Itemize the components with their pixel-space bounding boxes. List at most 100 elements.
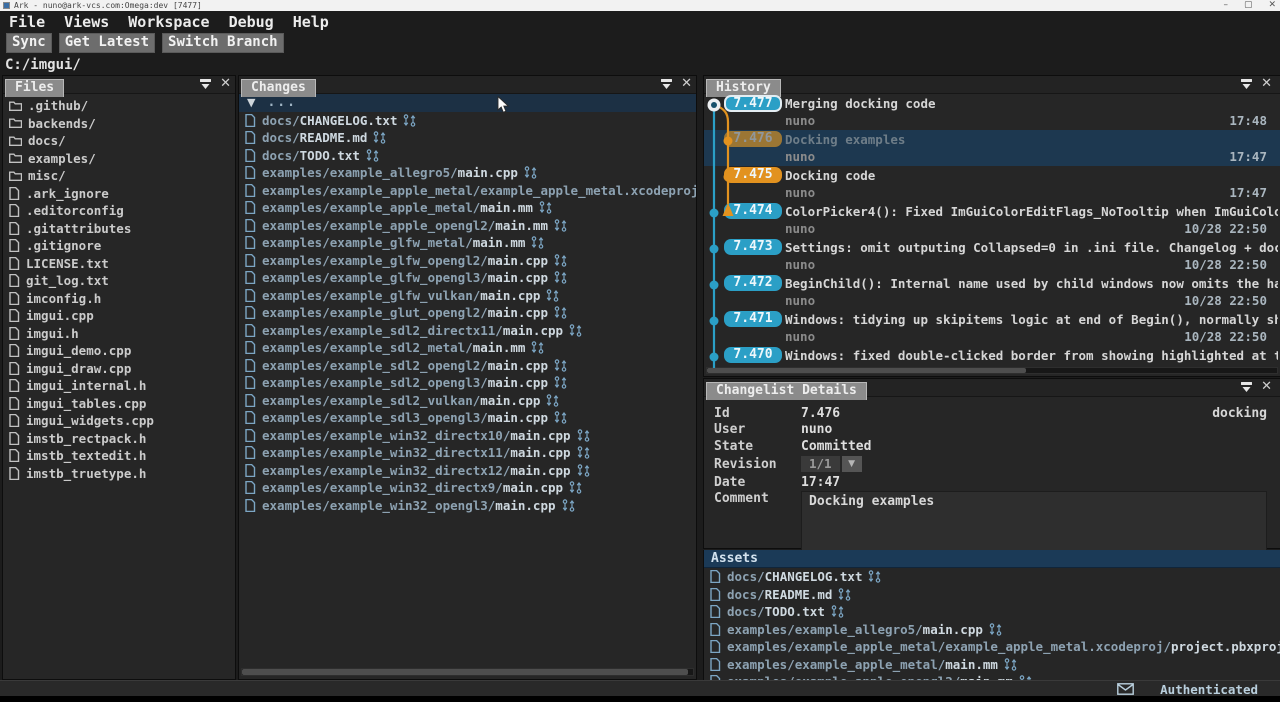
history-row[interactable]: 7.474 ColorPicker4(): Fixed ImGuiColorEd… (704, 202, 1280, 238)
history-row[interactable]: 7.476 Docking examples nuno 17:47 (704, 130, 1280, 166)
changed-file-row[interactable]: examples/example_sdl3_opengl3/main.cpp (239, 409, 696, 427)
comment-field[interactable]: Docking examples (801, 491, 1267, 551)
changed-file-row[interactable]: examples/example_allegro5/main.cpp (239, 164, 696, 182)
file-list-item[interactable]: LICENSE.txt (3, 255, 235, 273)
close-icon[interactable]: ✕ (220, 77, 231, 91)
file-list-item[interactable]: imgui_internal.h (3, 377, 235, 395)
commit-author: nuno (785, 113, 815, 129)
changed-file-row[interactable]: docs/CHANGELOG.txt (239, 112, 696, 130)
tab-files[interactable]: Files (5, 79, 64, 97)
state-value: Committed (801, 439, 871, 454)
file-list-item[interactable]: imgui_draw.cpp (3, 360, 235, 378)
scrollbar-thumb[interactable] (707, 368, 1026, 373)
filter-icon[interactable] (199, 78, 212, 90)
tab-changes[interactable]: Changes (241, 79, 316, 97)
changed-file-row[interactable]: examples/example_win32_directx12/main.cp… (239, 462, 696, 480)
revision-dropdown[interactable]: ▼ (842, 456, 862, 472)
menu-item[interactable]: File (9, 13, 45, 31)
file-list-item[interactable]: examples/ (3, 150, 235, 168)
file-list-item[interactable]: imstb_rectpack.h (3, 430, 235, 448)
file-list-item[interactable]: imgui.cpp (3, 307, 235, 325)
history-row[interactable]: 7.473 Settings: omit outputing Collapsed… (704, 238, 1280, 274)
asset-file-row[interactable]: docs/CHANGELOG.txt (704, 568, 1280, 586)
changed-file-row[interactable]: examples/example_apple_metal/example_app… (239, 182, 696, 200)
menu-item[interactable]: Views (64, 13, 109, 31)
changed-file-row[interactable]: examples/example_sdl2_directx11/main.cpp (239, 322, 696, 340)
tab-changelist-details[interactable]: Changelist Details (706, 382, 867, 400)
toolbar-button[interactable]: Sync (6, 33, 52, 53)
history-row[interactable]: 7.472 BeginChild(): Internal name used b… (704, 274, 1280, 310)
file-icon (245, 481, 256, 494)
chevron-down-icon[interactable]: ▼ (247, 96, 255, 109)
file-list-item[interactable]: misc/ (3, 167, 235, 185)
file-list-item[interactable]: imgui_widgets.cpp (3, 412, 235, 430)
history-row[interactable]: 7.475 Docking code nuno 17:47 (704, 166, 1280, 202)
file-list-item[interactable]: imstb_truetype.h (3, 465, 235, 483)
maximize-button[interactable]: ▢ (1244, 0, 1253, 11)
scrollbar-thumb[interactable] (242, 669, 688, 675)
file-icon (9, 449, 20, 462)
changed-file-row[interactable]: examples/example_win32_directx10/main.cp… (239, 427, 696, 445)
history-row[interactable]: 7.477 Merging docking code nuno 17:48 (704, 94, 1280, 130)
asset-file-row[interactable]: examples/example_apple_metal/example_app… (704, 638, 1280, 656)
file-list-item[interactable]: imgui.h (3, 325, 235, 343)
changed-file-row[interactable]: examples/example_sdl2_vulkan/main.cpp (239, 392, 696, 410)
asset-file-row[interactable]: docs/README.md (704, 586, 1280, 604)
asset-file-row[interactable]: examples/example_apple_opengl2/main.mm (704, 673, 1280, 680)
menu-item[interactable]: Debug (229, 13, 274, 31)
menu-item[interactable]: Help (293, 13, 329, 31)
changed-file-row[interactable]: examples/example_apple_opengl2/main.mm (239, 217, 696, 235)
toolbar-button[interactable]: Get Latest (59, 33, 155, 53)
file-list-item[interactable]: .editorconfig (3, 202, 235, 220)
file-list-item[interactable]: .github/ (3, 97, 235, 115)
file-list-item[interactable]: .ark_ignore (3, 185, 235, 203)
file-dir: docs/ (262, 113, 300, 128)
changed-file-row[interactable]: examples/example_apple_metal/main.mm (239, 199, 696, 217)
changed-file-row[interactable]: docs/README.md (239, 129, 696, 147)
folder-icon (9, 152, 22, 164)
file-list-item[interactable]: imconfig.h (3, 290, 235, 308)
close-icon[interactable]: ✕ (1261, 380, 1272, 394)
changed-file-row[interactable]: docs/TODO.txt (239, 147, 696, 165)
changed-file-row[interactable]: examples/example_glfw_metal/main.mm (239, 234, 696, 252)
changed-file-row[interactable]: examples/example_win32_directx9/main.cpp (239, 479, 696, 497)
file-dir: examples/example_win32_directx11/ (262, 445, 510, 460)
history-row[interactable]: 7.471 Windows: tidying up skipitems logi… (704, 310, 1280, 346)
menu-item[interactable]: Workspace (128, 13, 209, 31)
close-icon[interactable]: ✕ (1261, 77, 1272, 91)
file-list-item[interactable]: docs/ (3, 132, 235, 150)
commit-title: Merging docking code (785, 94, 1278, 113)
changed-file-row[interactable]: examples/example_glut_opengl2/main.cpp (239, 304, 696, 322)
asset-file-row[interactable]: examples/example_allegro5/main.cpp (704, 621, 1280, 639)
file-dir: examples/example_sdl2_opengl2/ (262, 358, 488, 373)
file-list-item[interactable]: .gitignore (3, 237, 235, 255)
file-list-item[interactable]: imgui_tables.cpp (3, 395, 235, 413)
file-list-item[interactable]: .gitattributes (3, 220, 235, 238)
file-list-item[interactable]: git_log.txt (3, 272, 235, 290)
minimize-button[interactable]: – (1223, 0, 1228, 11)
horizontal-scrollbar[interactable] (241, 668, 694, 676)
close-icon[interactable]: ✕ (681, 77, 692, 91)
filter-icon[interactable] (1240, 381, 1253, 393)
horizontal-scrollbar[interactable] (706, 367, 1278, 374)
file-list-item[interactable]: imgui_demo.cpp (3, 342, 235, 360)
changed-file-row[interactable]: examples/example_sdl2_opengl2/main.cpp (239, 357, 696, 375)
asset-file-row[interactable]: examples/example_apple_metal/main.mm (704, 656, 1280, 674)
changed-file-row[interactable]: examples/example_glfw_opengl2/main.cpp (239, 252, 696, 270)
changed-file-row[interactable]: examples/example_sdl2_opengl3/main.cpp (239, 374, 696, 392)
filter-icon[interactable] (660, 78, 673, 90)
changed-file-row[interactable]: examples/example_glfw_opengl3/main.cpp (239, 269, 696, 287)
changed-file-row[interactable]: examples/example_win32_opengl3/main.cpp (239, 497, 696, 515)
file-list-item[interactable]: backends/ (3, 115, 235, 133)
file-list-item[interactable]: imstb_textedit.h (3, 447, 235, 465)
changed-file-row[interactable]: examples/example_glfw_vulkan/main.cpp (239, 287, 696, 305)
toolbar-button[interactable]: Switch Branch (162, 33, 284, 53)
asset-file-row[interactable]: docs/TODO.txt (704, 603, 1280, 621)
close-button[interactable]: ✕ (1268, 0, 1276, 11)
filter-icon[interactable] (1240, 78, 1253, 90)
history-row[interactable]: 7.470 Windows: fixed double-clicked bord… (704, 346, 1280, 369)
commit-time: 10/28 22:50 (1184, 329, 1267, 345)
changed-file-row[interactable]: examples/example_win32_directx11/main.cp… (239, 444, 696, 462)
branch-icon (554, 219, 567, 232)
changed-file-row[interactable]: examples/example_sdl2_metal/main.mm (239, 339, 696, 357)
